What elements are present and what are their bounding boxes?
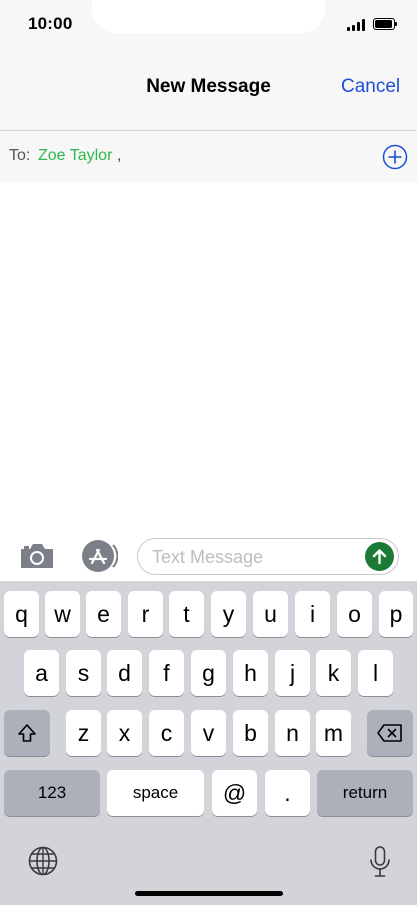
camera-button[interactable] <box>18 541 56 571</box>
key-i[interactable]: i <box>295 591 330 637</box>
key-l[interactable]: l <box>358 650 393 696</box>
key-t[interactable]: t <box>169 591 204 637</box>
message-header-area: 10:00 New Message Cancel To: Zoe Taylor … <box>0 0 417 182</box>
device-notch <box>92 0 325 33</box>
key-o[interactable]: o <box>337 591 372 637</box>
shift-icon <box>18 724 36 742</box>
home-indicator[interactable] <box>135 891 283 896</box>
send-button[interactable] <box>365 542 394 571</box>
recipient-chip[interactable]: Zoe Taylor <box>38 147 112 165</box>
key-u[interactable]: u <box>253 591 288 637</box>
return-key[interactable]: return <box>317 770 413 816</box>
key-k[interactable]: k <box>316 650 351 696</box>
camera-icon <box>21 544 53 568</box>
keyboard: q w e r t y u i o p a s d f g h j k l z … <box>0 581 417 905</box>
at-key[interactable]: @ <box>212 770 257 816</box>
key-p[interactable]: p <box>379 591 413 637</box>
message-input[interactable]: Text Message <box>137 538 399 575</box>
key-b[interactable]: b <box>233 710 268 756</box>
key-j[interactable]: j <box>275 650 310 696</box>
app-store-icon <box>82 540 119 572</box>
dictation-button[interactable] <box>367 845 393 879</box>
key-v[interactable]: v <box>191 710 226 756</box>
add-recipient-button[interactable] <box>382 144 408 170</box>
numbers-key[interactable]: 123 <box>4 770 100 816</box>
globe-icon <box>28 846 58 876</box>
key-a[interactable]: a <box>24 650 59 696</box>
message-placeholder: Text Message <box>152 547 264 567</box>
header-divider <box>0 130 417 131</box>
recipient-separator: , <box>117 147 122 164</box>
key-w[interactable]: w <box>45 591 80 637</box>
key-d[interactable]: d <box>107 650 142 696</box>
arrow-up-icon <box>372 549 387 565</box>
key-m[interactable]: m <box>316 710 351 756</box>
key-x[interactable]: x <box>107 710 142 756</box>
app-store-button[interactable] <box>78 539 119 573</box>
key-n[interactable]: n <box>275 710 310 756</box>
key-c[interactable]: c <box>149 710 184 756</box>
key-e[interactable]: e <box>86 591 121 637</box>
plus-circle-icon <box>382 144 408 170</box>
key-h[interactable]: h <box>233 650 268 696</box>
key-g[interactable]: g <box>191 650 226 696</box>
key-y[interactable]: y <box>211 591 246 637</box>
key-q[interactable]: q <box>4 591 39 637</box>
period-key[interactable]: . <box>265 770 310 816</box>
key-f[interactable]: f <box>149 650 184 696</box>
globe-button[interactable] <box>27 845 59 877</box>
space-key[interactable]: space <box>107 770 204 816</box>
cellular-signal-icon <box>347 19 367 31</box>
shift-key[interactable] <box>4 710 50 756</box>
key-s[interactable]: s <box>66 650 101 696</box>
delete-key[interactable] <box>367 710 413 756</box>
battery-icon <box>373 18 397 30</box>
to-label: To: <box>9 147 31 164</box>
microphone-icon <box>370 846 390 877</box>
key-z[interactable]: z <box>66 710 101 756</box>
status-time: 10:00 <box>28 14 73 33</box>
cancel-button[interactable]: Cancel <box>341 76 400 98</box>
backspace-icon <box>377 724 402 742</box>
key-r[interactable]: r <box>128 591 163 637</box>
